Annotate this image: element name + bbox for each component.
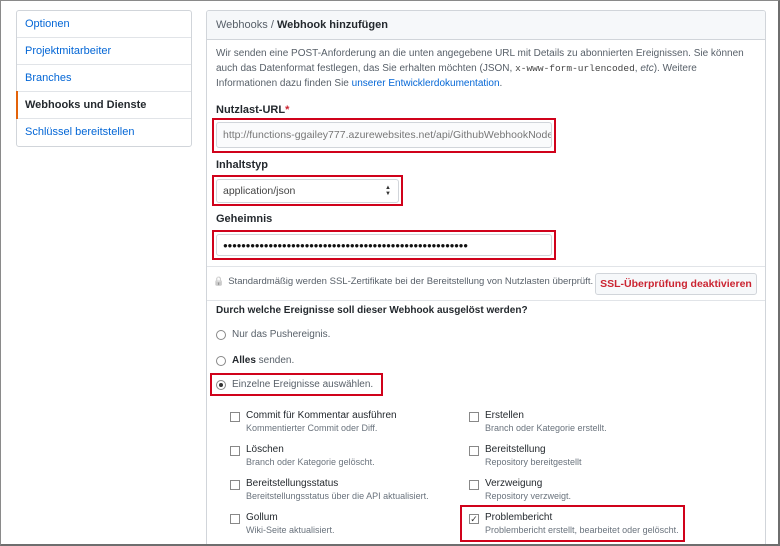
event-delete[interactable]: Löschen Branch oder Kategorie gelöscht. — [230, 444, 375, 467]
intro-code: x-www-form-urlencoded — [515, 63, 635, 74]
disable-ssl-button[interactable]: SSL-Überprüfung deaktivieren — [595, 273, 757, 295]
event-title: Gollum — [246, 512, 278, 523]
event-title: Commit für Kommentar ausführen — [246, 410, 397, 421]
checkbox[interactable] — [230, 446, 240, 456]
radio-send-everything-label: Alles senden. — [232, 355, 294, 366]
sidebar-item-webhooks[interactable]: Webhooks und Dienste — [16, 91, 191, 119]
radio-everything-bold: Alles — [232, 355, 256, 366]
payload-url-input[interactable]: http://functions-ggailey777.azurewebsite… — [216, 122, 552, 148]
checkbox[interactable] — [469, 480, 479, 490]
event-create[interactable]: Erstellen Branch oder Kategorie erstellt. — [469, 410, 607, 433]
event-title: Erstellen — [485, 410, 524, 421]
sidebar-item-options[interactable]: Optionen — [17, 11, 191, 38]
sidebar-item-collaborators[interactable]: Projektmitarbeiter — [17, 38, 191, 65]
event-title: Bereitstellungsstatus — [246, 478, 339, 489]
settings-sidebar: Optionen Projektmitarbeiter Branches Web… — [16, 10, 192, 147]
events-question: Durch welche Ereignisse soll dieser Webh… — [216, 305, 528, 316]
event-title: Verzweigung — [485, 478, 543, 489]
divider — [207, 266, 765, 267]
secret-masked-value: ●●●●●●●●●●●●●●●●●●●●●●●●●●●●●●●●●●●●●●●●… — [223, 240, 468, 250]
radio-individual-events[interactable]: Einzelne Ereignisse auswählen. — [216, 379, 373, 390]
intro-part4: . — [499, 78, 503, 89]
payload-url-label: Nutzlast-URL* — [216, 104, 289, 116]
sidebar-item-deploy-keys[interactable]: Schlüssel bereitstellen — [17, 119, 191, 146]
radio-individual-label: Einzelne Ereignisse auswählen. — [232, 379, 374, 390]
event-gollum[interactable]: Gollum Wiki-Seite aktualisiert. — [230, 512, 335, 535]
checkbox[interactable] — [230, 412, 240, 422]
divider — [207, 300, 765, 301]
event-desc: Branch oder Kategorie gelöscht. — [246, 457, 375, 467]
radio-button-selected[interactable] — [216, 379, 226, 390]
event-desc: Wiki-Seite aktualisiert. — [246, 525, 335, 535]
radio-push-only[interactable]: Nur das Pushereignis. — [216, 329, 330, 340]
checkbox[interactable] — [469, 446, 479, 456]
event-desc: Kommentierter Commit oder Diff. — [246, 423, 378, 433]
event-title: Löschen — [246, 444, 284, 455]
checkbox[interactable] — [230, 514, 240, 524]
page-title: Webhook hinzufügen — [276, 19, 388, 31]
event-desc: Branch oder Kategorie erstellt. — [485, 423, 607, 433]
event-deployment[interactable]: Bereitstellung Repository bereitgestellt — [469, 444, 582, 467]
event-title: Problembericht — [485, 512, 553, 523]
sidebar-item-branches[interactable]: Branches — [17, 65, 191, 92]
checkbox[interactable] — [230, 480, 240, 490]
radio-send-everything[interactable]: Alles senden. — [216, 355, 294, 366]
ssl-note: 🔒 Standardmäßig werden SSL-Zertifikate b… — [213, 276, 593, 287]
breadcrumb: Webhooks / Webhook hinzufügen — [207, 11, 765, 40]
breadcrumb-separator: / — [267, 19, 277, 31]
content-type-value: application/json — [223, 185, 296, 197]
select-arrows-icon: ▲▼ — [385, 185, 391, 197]
radio-button[interactable] — [216, 355, 226, 366]
content-type-label: Inhaltstyp — [216, 159, 268, 171]
secret-input[interactable]: ●●●●●●●●●●●●●●●●●●●●●●●●●●●●●●●●●●●●●●●●… — [216, 234, 552, 256]
event-fork[interactable]: Verzweigung Repository verzweigt. — [469, 478, 571, 501]
event-title: Bereitstellung — [485, 444, 546, 455]
event-desc: Problembericht erstellt, bearbeitet oder… — [485, 525, 679, 535]
required-mark: * — [285, 104, 290, 116]
event-desc: Bereitstellungsstatus über die API aktua… — [246, 491, 429, 501]
secret-label: Geheimnis — [216, 213, 273, 225]
event-commit-comment[interactable]: Commit für Kommentar ausführen Kommentier… — [230, 410, 397, 433]
event-desc: Repository verzweigt. — [485, 491, 572, 501]
checkbox[interactable] — [469, 412, 479, 422]
payload-url-label-text: Nutzlast-URL — [216, 104, 286, 116]
content-type-select[interactable]: application/json ▲▼ — [216, 179, 399, 203]
breadcrumb-parent[interactable]: Webhooks — [216, 19, 268, 31]
event-issues[interactable]: ✓ Problembericht Problembericht erstellt,… — [469, 512, 679, 535]
add-webhook-panel: Webhooks / Webhook hinzufügen Wir senden… — [206, 10, 766, 546]
developer-docs-link[interactable]: unserer Entwicklerdokumentation — [352, 78, 500, 89]
payload-url-value: http://functions-ggailey777.azurewebsite… — [223, 129, 551, 141]
radio-push-only-label: Nur das Pushereignis. — [232, 329, 331, 340]
radio-button[interactable] — [216, 329, 226, 340]
checkbox-checked[interactable]: ✓ — [469, 514, 479, 524]
intro-etc: etc — [640, 63, 654, 74]
radio-everything-rest: senden. — [255, 355, 295, 366]
event-deployment-status[interactable]: Bereitstellungsstatus Bereitstellungsstat… — [230, 478, 429, 501]
ssl-note-text: Standardmäßig werden SSL-Zertifikate bei… — [228, 276, 594, 287]
lock-icon: 🔒 — [213, 276, 225, 286]
intro-text: Wir senden eine POST-Anforderung an die … — [216, 46, 756, 91]
event-desc: Repository bereitgestellt — [485, 457, 582, 467]
